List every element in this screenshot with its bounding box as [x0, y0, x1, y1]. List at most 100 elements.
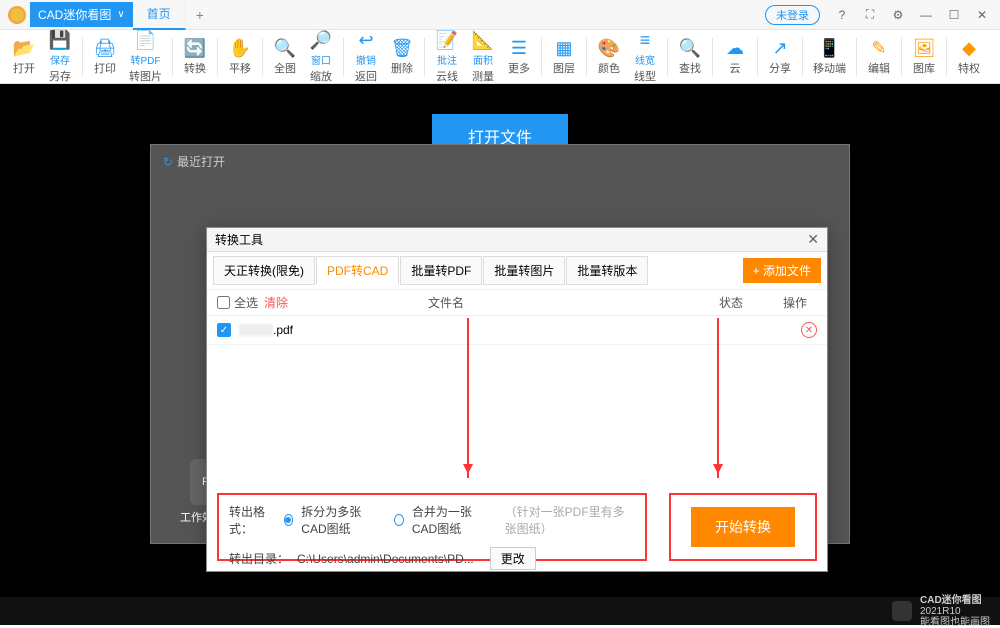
tool-icon: ↩: [355, 29, 377, 51]
help-icon[interactable]: ?: [828, 5, 856, 25]
tool-云[interactable]: ☁云: [717, 35, 753, 78]
add-file-button[interactable]: + 添加文件: [743, 258, 821, 283]
tool-移动端[interactable]: 📱移动端: [807, 35, 852, 78]
canvas: 打开文件 ↻ 最近打开 PDF工作效率倍增智能识别图框图框自动识别PDF一键轻松…: [0, 84, 1000, 597]
clear-button[interactable]: 清除: [264, 294, 288, 311]
tool-转换[interactable]: 🔄转换: [177, 35, 213, 78]
change-dir-button[interactable]: 更改: [490, 547, 536, 570]
tool-全图[interactable]: 🔍全图: [267, 35, 303, 78]
close-button[interactable]: ✕: [968, 5, 996, 25]
select-all-checkbox[interactable]: [217, 296, 230, 309]
tool-label: 图层: [553, 60, 575, 76]
tool-label: 分享: [769, 60, 791, 76]
tool-label: 另存: [49, 68, 71, 84]
tool-label: 打开: [13, 60, 35, 76]
out-format-label: 转出格式：: [229, 503, 276, 537]
tool-删除[interactable]: 🗑删除: [384, 35, 420, 78]
tool-编辑[interactable]: ✎编辑: [861, 35, 897, 78]
col-status: 状态: [719, 294, 743, 311]
dialog-close-button[interactable]: ✕: [807, 231, 819, 248]
dialog-tab[interactable]: 天正转换(限免): [213, 256, 315, 285]
tool-icon: 💾: [49, 29, 71, 51]
convert-dialog: 转换工具 ✕ 天正转换(限免)PDF转CAD批量转PDF批量转图片批量转版本 + …: [206, 227, 828, 572]
titlebar: CAD迷你看图 ∨ 首页 + 未登录 ? ⛶ ⚙ — ☐ ✕: [0, 0, 1000, 30]
file-ext-label: .pdf: [273, 323, 293, 337]
tool-icon: ▦: [553, 37, 575, 59]
dir-row: 转出目录： C:\Users\admin\Documents\PD... 更改: [229, 547, 635, 570]
tool-平移[interactable]: ✋平移: [222, 35, 258, 78]
minimize-button[interactable]: —: [912, 5, 940, 25]
status-text: CAD迷你看图 2021R10 能看图也能画图: [920, 595, 990, 628]
tool-icon: ◆: [958, 37, 980, 59]
tool-分享[interactable]: ↗分享: [762, 35, 798, 78]
format-hint: （针对一张PDF里有多张图纸）: [505, 503, 635, 537]
tool-label: 返回: [355, 68, 377, 84]
tool-测量[interactable]: 📐面积测量: [465, 27, 501, 86]
tool-icon: 🖼: [913, 37, 935, 59]
dialog-title-label: 转换工具: [215, 231, 263, 248]
tool-label: 测量: [472, 68, 494, 84]
tool-线型[interactable]: ≡线宽线型: [627, 27, 663, 86]
tool-图库[interactable]: 🖼图库: [906, 35, 942, 78]
file-row[interactable]: ✓ .pdf ✕: [207, 316, 827, 345]
tool-图层[interactable]: ▦图层: [546, 35, 582, 78]
tool-label: 云线: [436, 68, 458, 84]
tool-另存[interactable]: 💾保存另存: [42, 27, 78, 86]
tool-更多[interactable]: ☰更多: [501, 35, 537, 78]
dialog-tabs: 天正转换(限免)PDF转CAD批量转PDF批量转图片批量转版本 + 添加文件: [207, 252, 827, 290]
tool-打开[interactable]: 📂打开: [6, 35, 42, 78]
radio-merge-label: 合并为一张CAD图纸: [412, 503, 497, 537]
convert-box: 开始转换: [669, 493, 817, 561]
dialog-tab[interactable]: PDF转CAD: [316, 256, 399, 285]
tool-icon: 🔍: [274, 37, 296, 59]
tool-icon: ≡: [634, 29, 656, 51]
start-convert-button[interactable]: 开始转换: [691, 507, 795, 547]
out-dir-label: 转出目录：: [229, 550, 289, 567]
tool-label: 全图: [274, 60, 296, 76]
annotation-arrow-icon: [717, 318, 719, 478]
tool-打印[interactable]: 🖨打印: [87, 35, 123, 78]
dialog-tab[interactable]: 批量转PDF: [400, 256, 482, 285]
file-checkbox[interactable]: ✓: [217, 323, 231, 337]
radio-merge[interactable]: [394, 514, 404, 526]
tool-icon: 🔍: [679, 37, 701, 59]
tool-icon: ✋: [229, 37, 251, 59]
tab-add-button[interactable]: +: [186, 1, 214, 29]
settings-icon[interactable]: ⚙: [884, 5, 912, 25]
tool-icon: ☁: [724, 37, 746, 59]
dialog-tab[interactable]: 批量转版本: [566, 256, 648, 285]
tool-icon: ↗: [769, 37, 791, 59]
login-button[interactable]: 未登录: [765, 5, 820, 25]
tool-转图片[interactable]: 📄转PDF转图片: [123, 27, 168, 86]
app-logo-icon: [8, 6, 26, 24]
tool-label: 更多: [508, 60, 530, 76]
format-row: 转出格式： 拆分为多张CAD图纸 合并为一张CAD图纸 （针对一张PDF里有多张…: [229, 503, 635, 537]
radio-split[interactable]: [284, 514, 294, 526]
maximize-button[interactable]: ☐: [940, 5, 968, 25]
recent-row[interactable]: ↻ 最近打开: [163, 153, 225, 170]
tool-icon: 📄: [135, 29, 157, 51]
tool-缩放[interactable]: 🔎窗口缩放: [303, 27, 339, 86]
tab-home[interactable]: 首页: [133, 0, 186, 30]
tool-查找[interactable]: 🔍查找: [672, 35, 708, 78]
tool-颜色[interactable]: 🎨颜色: [591, 35, 627, 78]
out-dir-value: C:\Users\admin\Documents\PD...: [297, 552, 474, 566]
filename-blurred: [239, 324, 273, 336]
remove-file-button[interactable]: ✕: [801, 322, 817, 338]
tool-label: 转图片: [129, 68, 162, 84]
app-name-label: CAD迷你看图: [38, 6, 111, 23]
select-all-label: 全选: [234, 294, 258, 311]
tool-label: 平移: [229, 60, 251, 76]
tool-云线[interactable]: 📝批注云线: [429, 27, 465, 86]
tool-返回[interactable]: ↩撤销返回: [348, 27, 384, 86]
tool-label: 图库: [913, 60, 935, 76]
tool-label: 编辑: [868, 60, 890, 76]
tool-label: 查找: [679, 60, 701, 76]
fullscreen-icon[interactable]: ⛶: [856, 5, 884, 25]
tool-特权[interactable]: ◆特权: [951, 35, 987, 78]
tool-icon: 📂: [13, 37, 35, 59]
dialog-tab[interactable]: 批量转图片: [483, 256, 565, 285]
app-title[interactable]: CAD迷你看图 ∨: [30, 2, 133, 27]
tool-icon: 📝: [436, 29, 458, 51]
annotation-arrow-icon: [467, 318, 469, 478]
